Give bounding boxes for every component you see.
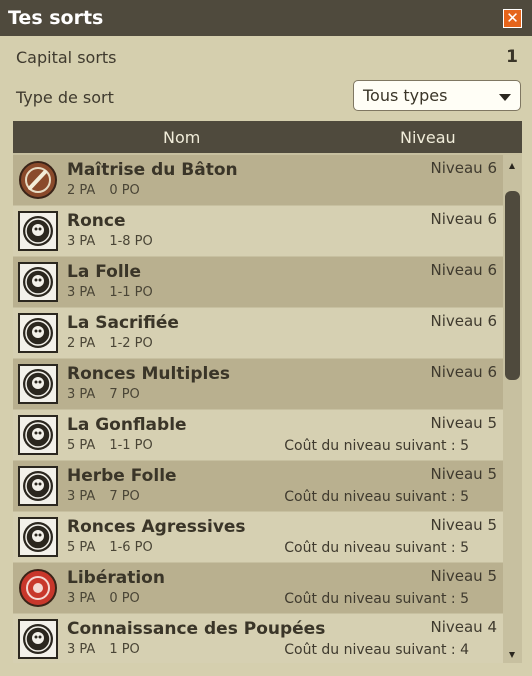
spell-name: Libération (67, 568, 165, 588)
close-icon[interactable]: ✕ (503, 9, 522, 28)
spell-po: 1-2 PO (109, 336, 153, 351)
spell-pa: 5 PA (67, 438, 96, 453)
type-filter-label: Type de sort (16, 88, 114, 107)
spell-row[interactable]: Ronces Multiples 3 PA 7 PO Niveau 6 (13, 359, 503, 409)
spell-cost-range: 3 PA 0 PO (67, 591, 140, 606)
spell-po: 0 PO (109, 183, 140, 198)
spell-po: 7 PO (109, 387, 140, 402)
spell-cost-range: 2 PA 1-2 PO (67, 336, 153, 351)
spell-pa: 2 PA (67, 336, 96, 351)
table-header: Nom Niveau (13, 121, 522, 153)
spell-level: Niveau 6 (430, 312, 497, 330)
spell-cost-range: 3 PA 7 PO (67, 387, 140, 402)
spell-name: Maîtrise du Bâton (67, 160, 238, 180)
spell-cost-range: 5 PA 1-6 PO (67, 540, 153, 555)
column-name[interactable]: Nom (163, 128, 200, 147)
mad-plant-icon (18, 262, 58, 302)
spell-cost-range: 2 PA 0 PO (67, 183, 140, 198)
spell-name: La Gonflable (67, 415, 187, 435)
staff-icon (19, 161, 57, 199)
multiple-brambles-icon (18, 364, 58, 404)
spell-name: Herbe Folle (67, 466, 177, 486)
spell-row[interactable]: La Gonflable 5 PA 1-1 PO Niveau 5 Coût du ni… (13, 410, 503, 460)
spell-next-cost: Coût du niveau suivant : 5 (284, 489, 469, 505)
inflatable-icon (18, 415, 58, 455)
spell-row[interactable]: Ronces Agressives 5 PA 1-6 PO Niveau 5 Coût … (13, 512, 503, 562)
doll-knowledge-icon (18, 619, 58, 659)
spell-name: La Folle (67, 262, 142, 282)
spell-level: Niveau 5 (430, 465, 497, 483)
spell-po: 1-8 PO (109, 234, 153, 249)
chevron-down-icon (499, 94, 511, 101)
spell-pa: 3 PA (67, 387, 96, 402)
spell-name: Ronces Agressives (67, 517, 246, 537)
spell-level: Niveau 6 (430, 363, 497, 381)
capital-label: Capital sorts (16, 48, 117, 67)
spell-name: Ronces Multiples (67, 364, 230, 384)
spell-next-cost: Coût du niveau suivant : 5 (284, 540, 469, 556)
scroll-up-icon[interactable] (509, 163, 515, 169)
wild-grass-icon (18, 466, 58, 506)
scrollbar[interactable] (503, 155, 522, 663)
sacrificed-icon (18, 313, 58, 353)
window-bottom-edge (0, 664, 532, 676)
spell-po: 0 PO (109, 591, 140, 606)
spell-row[interactable]: La Folle 3 PA 1-1 PO Niveau 6 (13, 257, 503, 307)
spell-name: Connaissance des Poupées (67, 619, 326, 639)
spell-pa: 3 PA (67, 489, 96, 504)
spell-pa: 2 PA (67, 183, 96, 198)
scrollbar-thumb[interactable] (505, 191, 520, 380)
column-level[interactable]: Niveau (400, 128, 456, 147)
spell-cost-range: 3 PA 1 PO (67, 642, 140, 657)
spell-next-cost: Coût du niveau suivant : 5 (284, 591, 469, 607)
spell-row[interactable]: La Sacrifiée 2 PA 1-2 PO Niveau 6 (13, 308, 503, 358)
aggressive-brambles-icon (18, 517, 58, 557)
spell-po: 1 PO (109, 642, 140, 657)
capital-value: 1 (506, 47, 518, 67)
window-titlebar: Tes sorts ✕ (0, 0, 532, 36)
spell-level: Niveau 5 (430, 516, 497, 534)
spell-row[interactable]: Maîtrise du Bâton 2 PA 0 PO Niveau 6 (13, 155, 503, 205)
spell-pa: 3 PA (67, 285, 96, 300)
spell-row[interactable]: Ronce 3 PA 1-8 PO Niveau 6 (13, 206, 503, 256)
liberation-icon (19, 569, 57, 607)
spell-level: Niveau 6 (430, 159, 497, 177)
window-title: Tes sorts (8, 7, 104, 29)
type-filter-value: Tous types (363, 86, 448, 105)
spell-level: Niveau 6 (430, 210, 497, 228)
spell-row[interactable]: Connaissance des Poupées 3 PA 1 PO Niveau 4… (13, 614, 503, 663)
spell-next-cost: Coût du niveau suivant : 4 (284, 642, 469, 658)
spell-pa: 5 PA (67, 540, 96, 555)
spell-level: Niveau 5 (430, 567, 497, 585)
type-filter-select[interactable]: Tous types (353, 80, 521, 111)
spell-table: Nom Niveau Maîtrise du Bâton 2 PA 0 PO Nive… (13, 121, 522, 663)
spell-cost-range: 5 PA 1-1 PO (67, 438, 153, 453)
spell-row[interactable]: Herbe Folle 3 PA 7 PO Niveau 5 Coût du nivea… (13, 461, 503, 511)
spell-level: Niveau 5 (430, 414, 497, 432)
spell-name: La Sacrifiée (67, 313, 179, 333)
spell-pa: 3 PA (67, 642, 96, 657)
spell-pa: 3 PA (67, 591, 96, 606)
spell-po: 1-1 PO (109, 285, 153, 300)
scroll-down-icon[interactable] (509, 652, 515, 658)
spell-list: Maîtrise du Bâton 2 PA 0 PO Niveau 6 Ronce 3 … (13, 155, 503, 663)
spell-next-cost: Coût du niveau suivant : 5 (284, 438, 469, 454)
spell-level: Niveau 6 (430, 261, 497, 279)
spell-cost-range: 3 PA 7 PO (67, 489, 140, 504)
bramble-icon (18, 211, 58, 251)
spell-po: 1-6 PO (109, 540, 153, 555)
spell-po: 7 PO (109, 489, 140, 504)
spell-cost-range: 3 PA 1-8 PO (67, 234, 153, 249)
spell-cost-range: 3 PA 1-1 PO (67, 285, 153, 300)
spell-level: Niveau 4 (430, 618, 497, 636)
spell-po: 1-1 PO (109, 438, 153, 453)
spell-row[interactable]: Libération 3 PA 0 PO Niveau 5 Coût du niveau… (13, 563, 503, 613)
spell-pa: 3 PA (67, 234, 96, 249)
spell-name: Ronce (67, 211, 126, 231)
